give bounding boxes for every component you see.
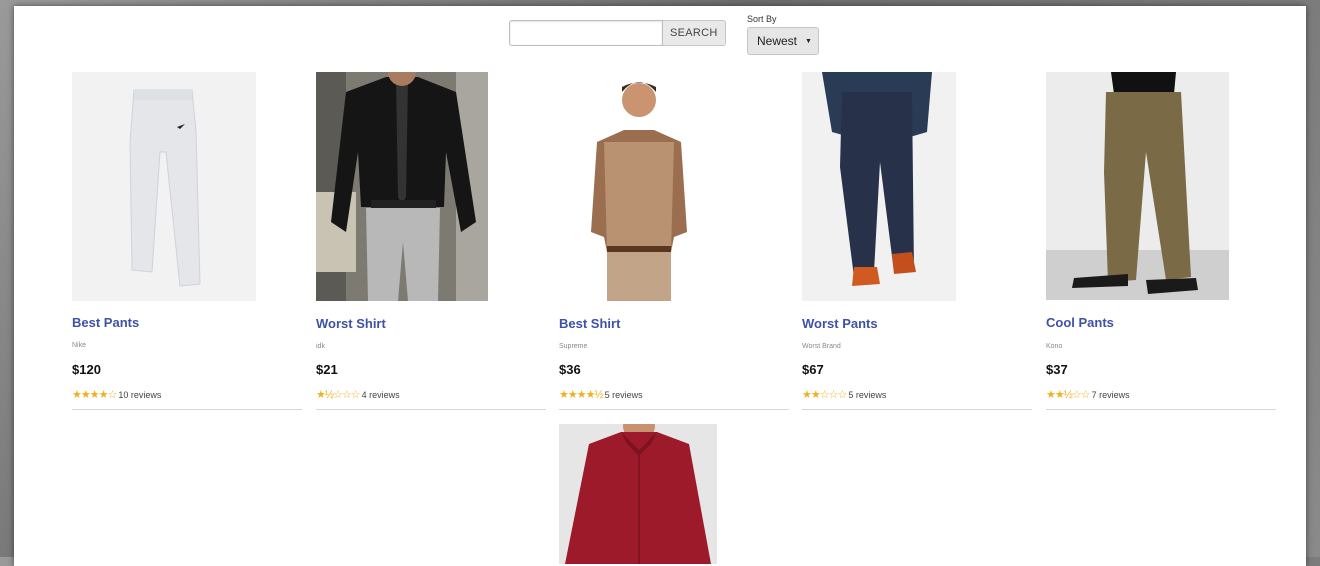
- product-price: $67: [802, 362, 824, 377]
- product-price: $21: [316, 362, 338, 377]
- product-rating: ★★☆☆☆ 5 reviews: [802, 388, 886, 401]
- product-card[interactable]: Cool Pants Kono $37 ★★½☆☆ 7 reviews: [1046, 72, 1276, 410]
- product-card[interactable]: Worst Pants Worst Brand $67 ★★☆☆☆ 5 revi…: [802, 72, 1032, 410]
- review-count: 7 reviews: [1091, 389, 1130, 400]
- product-image[interactable]: [1046, 72, 1229, 300]
- review-count: 4 reviews: [361, 389, 400, 400]
- product-rating: ★★★★☆ 10 reviews: [72, 388, 161, 401]
- product-card[interactable]: Best Shirt Supreme $36 ★★★★½ 5 reviews: [559, 72, 789, 410]
- review-count: 5 reviews: [604, 389, 643, 400]
- product-price: $120: [72, 362, 101, 377]
- search-input[interactable]: [509, 20, 663, 46]
- product-image[interactable]: [72, 72, 256, 301]
- product-image[interactable]: [559, 424, 717, 564]
- star-rating-icon: ★½☆☆☆: [316, 389, 361, 401]
- product-name[interactable]: Cool Pants: [1046, 315, 1114, 330]
- product-name[interactable]: Worst Shirt: [316, 316, 386, 331]
- divider: [802, 409, 1032, 410]
- product-card[interactable]: [559, 424, 789, 564]
- divider: [559, 409, 789, 410]
- sort-group: Sort By Newest ▼: [747, 14, 819, 55]
- product-rating: ★½☆☆☆ 4 reviews: [316, 388, 400, 401]
- product-image[interactable]: [316, 72, 488, 301]
- star-rating-icon: ★★☆☆☆: [802, 389, 847, 401]
- star-rating-icon: ★★½☆☆: [1046, 389, 1091, 401]
- divider: [72, 409, 302, 410]
- product-name[interactable]: Worst Pants: [802, 316, 878, 331]
- sort-select[interactable]: Newest ▼: [747, 27, 819, 55]
- search-bar: SEARCH: [509, 20, 726, 46]
- star-rating-icon: ★★★★½: [559, 389, 604, 401]
- chevron-down-icon: ▼: [805, 37, 812, 45]
- product-price: $37: [1046, 362, 1068, 377]
- product-brand: idk: [316, 343, 325, 350]
- product-rating: ★★½☆☆ 7 reviews: [1046, 388, 1130, 401]
- product-image[interactable]: [559, 72, 719, 301]
- product-name[interactable]: Best Shirt: [559, 316, 620, 331]
- divider: [1046, 409, 1276, 410]
- product-card[interactable]: Best Pants Nike $120 ★★★★☆ 10 reviews: [72, 72, 302, 410]
- shop-page: SEARCH Sort By Newest ▼ Best Pants Nike …: [14, 6, 1306, 566]
- search-button[interactable]: SEARCH: [663, 20, 726, 46]
- product-brand: Kono: [1046, 343, 1063, 350]
- product-card[interactable]: Worst Shirt idk $21 ★½☆☆☆ 4 reviews: [316, 72, 546, 410]
- product-image[interactable]: [802, 72, 956, 301]
- star-rating-icon: ★★★★☆: [72, 389, 117, 401]
- product-brand: Supreme: [559, 343, 588, 350]
- review-count: 10 reviews: [118, 389, 162, 400]
- product-brand: Nike: [72, 342, 87, 349]
- product-brand: Worst Brand: [802, 343, 841, 350]
- divider: [316, 409, 546, 410]
- review-count: 5 reviews: [848, 389, 887, 400]
- sort-label: Sort By: [747, 14, 777, 24]
- product-rating: ★★★★½ 5 reviews: [559, 388, 643, 401]
- product-name[interactable]: Best Pants: [72, 315, 139, 330]
- product-price: $36: [559, 362, 581, 377]
- sort-selected-value: Newest: [757, 34, 798, 48]
